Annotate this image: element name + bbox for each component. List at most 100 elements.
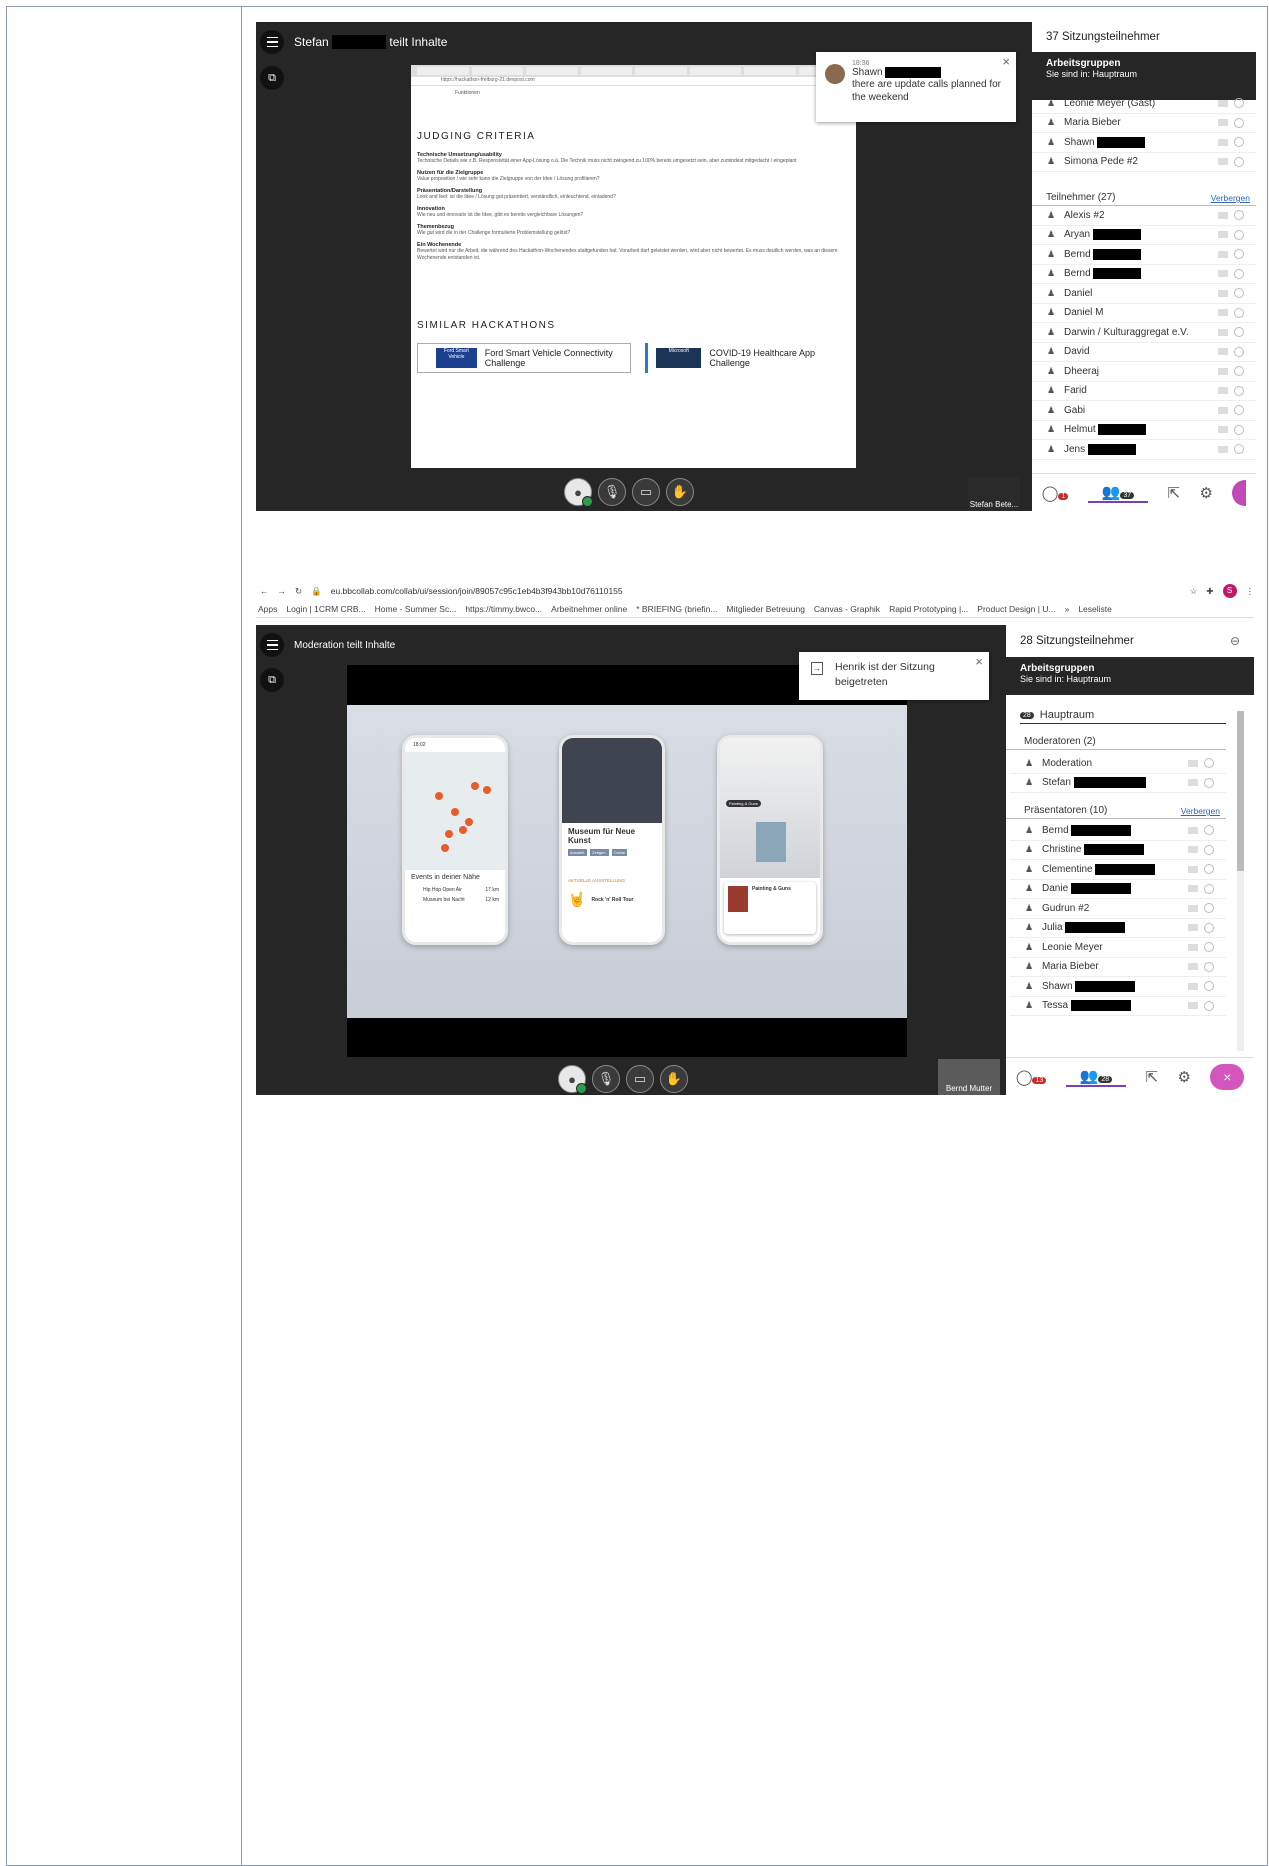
share-icon[interactable]: ⇱ — [1168, 484, 1181, 502]
back-icon[interactable]: ← — [260, 586, 269, 596]
participant-item[interactable]: ♟ Danie — [1010, 880, 1226, 899]
more-options-icon[interactable] — [1234, 385, 1244, 396]
similar-card[interactable]: Microsoft COVID-19 Healthcare App Challe… — [645, 343, 850, 373]
more-options-icon[interactable] — [1234, 288, 1244, 299]
more-options-icon[interactable] — [1234, 98, 1244, 109]
participant-item[interactable]: ♟ Bernd — [1010, 821, 1226, 841]
participant-item[interactable]: ♟ Daniel — [1032, 284, 1256, 304]
bookmark-item[interactable]: Arbeitnehmer online — [551, 604, 627, 614]
settings-icon[interactable]: ⚙ — [1177, 1068, 1190, 1086]
chat-notification[interactable]: × 18:36 Shawn there are update calls pla… — [816, 52, 1016, 122]
painting-card[interactable]: Painting & Guns — [724, 882, 816, 934]
participant-item[interactable]: ♟ Christine — [1010, 841, 1226, 860]
reload-icon[interactable]: ↻ — [295, 586, 302, 597]
participant-item[interactable]: ♟ Simona Pede #2 — [1032, 153, 1256, 172]
breakout-groups-banner[interactable]: Arbeitsgruppen Sie sind in: Hauptraum — [1006, 657, 1254, 695]
participant-item[interactable]: ♟ David — [1032, 343, 1256, 362]
bookmark-item[interactable]: Product Design | U... — [977, 604, 1055, 614]
participant-item[interactable]: ♟ Clementine — [1010, 860, 1226, 880]
more-options-icon[interactable] — [1204, 844, 1214, 855]
breakout-groups-banner[interactable]: Arbeitsgruppen Sie sind in: Hauptraum — [1032, 52, 1256, 100]
event-item[interactable]: Hip Hop Open Air 17 km — [405, 885, 505, 895]
more-options-icon[interactable] — [1234, 366, 1244, 377]
more-options-icon[interactable] — [1234, 444, 1244, 455]
close-icon[interactable]: × — [975, 654, 983, 669]
camera-off-icon[interactable]: ▭ — [626, 1065, 654, 1093]
participant-item[interactable]: ♟ Maria Bieber — [1032, 114, 1256, 133]
close-icon[interactable]: × — [1002, 54, 1010, 69]
participant-item[interactable]: ♟ Farid — [1032, 382, 1256, 401]
my-status-button[interactable]: ● — [564, 478, 593, 507]
participant-item[interactable]: ♟ Stefan — [1010, 774, 1226, 793]
more-options-icon[interactable] — [1204, 758, 1214, 769]
participant-item[interactable]: ♟ Leonie Meyer (Gast) — [1032, 94, 1256, 114]
participant-item[interactable]: ♟ Gabi — [1032, 401, 1256, 421]
hamburger-menu-icon[interactable] — [260, 30, 284, 54]
participant-item[interactable]: ♟ Julia — [1010, 919, 1226, 938]
participant-item[interactable]: ♟ Helmut — [1032, 421, 1256, 440]
participant-item[interactable]: ♟ Darwin / Kulturaggregat e.V. — [1032, 323, 1256, 343]
chat-icon[interactable]: ◯ 1 — [1042, 484, 1069, 502]
participant-item[interactable]: ♟ Maria Bieber — [1010, 958, 1226, 977]
more-options-icon[interactable] — [1234, 327, 1244, 338]
more-options-icon[interactable] — [1204, 864, 1214, 875]
settings-icon[interactable]: ⚙ — [1199, 484, 1212, 502]
more-icon[interactable]: ⋮ — [1246, 586, 1255, 597]
microphone-off-icon[interactable]: 🎙 — [598, 478, 626, 506]
more-options-icon[interactable] — [1204, 1000, 1214, 1011]
more-options-icon[interactable] — [1204, 922, 1214, 933]
my-status-button[interactable]: ● — [558, 1065, 587, 1094]
bookmark-item[interactable]: » — [1065, 604, 1070, 614]
share-content-icon[interactable]: ⧉ — [260, 668, 284, 692]
more-options-icon[interactable] — [1204, 981, 1214, 992]
participant-item[interactable]: ♟ Alexis #2 — [1032, 206, 1256, 226]
hide-link[interactable]: Verbergen — [1211, 193, 1250, 203]
bookmark-item[interactable]: * BRIEFING (briefin... — [636, 604, 717, 614]
more-options-icon[interactable] — [1234, 229, 1244, 240]
leave-icon[interactable] — [1232, 479, 1247, 506]
bookmark-item[interactable]: Canvas - Graphik — [814, 604, 880, 614]
participant-item[interactable]: ♟ Jens — [1032, 440, 1256, 460]
similar-card[interactable]: Ford Smart Vehicle Ford Smart Vehicle Co… — [417, 343, 631, 373]
bookmark-item[interactable]: Rapid Prototyping |... — [889, 604, 968, 614]
more-options-icon[interactable] — [1234, 405, 1244, 416]
extensions-icon[interactable]: ✚ — [1206, 586, 1213, 597]
hamburger-menu-icon[interactable] — [260, 633, 284, 657]
more-options-icon[interactable] — [1204, 883, 1214, 894]
participants-icon[interactable]: 👥 37 — [1087, 483, 1149, 503]
more-options-icon[interactable] — [1234, 156, 1244, 167]
forward-icon[interactable]: → — [278, 586, 287, 596]
bookmark-item[interactable]: https://timmy.bwco... — [465, 604, 542, 614]
participant-item[interactable]: ♟ Dheeraj — [1032, 362, 1256, 382]
more-options-icon[interactable] — [1204, 825, 1214, 836]
participants-icon[interactable]: 👥 28 — [1065, 1067, 1127, 1087]
participant-item[interactable]: ♟ Moderation — [1010, 754, 1226, 774]
url-text[interactable]: eu.bbcollab.com/collab/ui/session/join/8… — [331, 586, 623, 596]
microphone-off-icon[interactable]: 🎙 — [592, 1065, 620, 1093]
more-options-icon[interactable] — [1204, 942, 1214, 953]
more-options-icon[interactable] — [1234, 137, 1244, 148]
bookmark-item[interactable]: Apps — [258, 604, 277, 614]
participant-item[interactable]: ♟ Aryan — [1032, 226, 1256, 245]
participant-item[interactable]: ♟ Daniel M — [1032, 304, 1256, 323]
hide-link[interactable]: Verbergen — [1181, 806, 1220, 816]
bookmark-item[interactable]: Leseliste — [1078, 604, 1112, 614]
more-options-icon[interactable] — [1234, 249, 1244, 260]
more-options-icon[interactable] — [1234, 424, 1244, 435]
close-session-icon[interactable]: × — [1210, 1063, 1245, 1090]
more-options-icon[interactable] — [1234, 210, 1244, 221]
camera-off-icon[interactable]: ▭ — [632, 478, 660, 506]
more-options-icon[interactable] — [1204, 903, 1214, 914]
participant-item[interactable]: ♟ Shawn — [1032, 133, 1256, 153]
exhibition-item[interactable]: 🤘 Rock 'n' Roll Tour — [562, 885, 662, 914]
join-notification[interactable]: × → Henrik ist der Sitzung beigetreten — [799, 652, 989, 700]
raise-hand-icon[interactable]: ✋ — [660, 1065, 688, 1093]
more-options-icon[interactable] — [1204, 777, 1214, 788]
bookmark-item[interactable]: Login | 1CRM CRB... — [286, 604, 365, 614]
chat-icon[interactable]: ◯ 13 — [1016, 1068, 1047, 1086]
collapse-icon[interactable]: ⊖ — [1230, 634, 1240, 648]
profile-avatar[interactable]: S — [1222, 584, 1237, 598]
more-options-icon[interactable] — [1234, 268, 1244, 279]
participant-item[interactable]: ♟ Bernd — [1032, 245, 1256, 265]
share-content-icon[interactable]: ⧉ — [260, 66, 284, 90]
